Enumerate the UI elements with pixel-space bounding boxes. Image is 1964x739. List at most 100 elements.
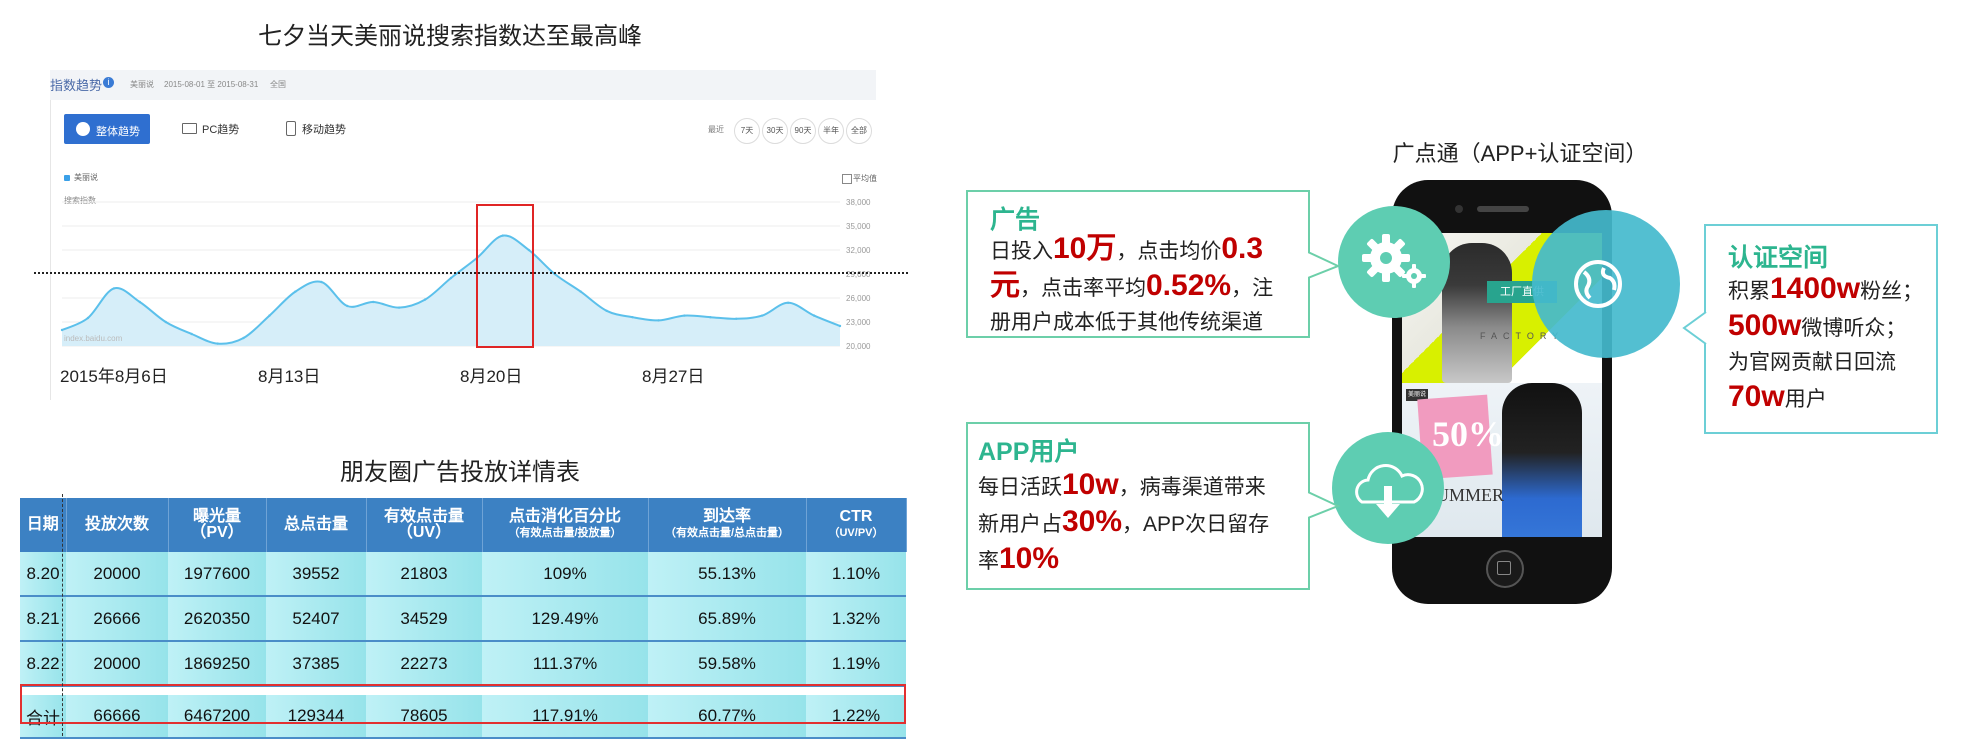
auth-space-callout: 认证空间 积累1400w粉丝； 500w微博听众； 为官网贡献日回流 70w用户 [1704,224,1938,434]
data-point-8-24 [657,319,660,322]
data-point-8-27 [735,317,738,320]
topbar-title: 指数趋势 [50,78,103,93]
table-row: 8.20 20000 1977600 39552 21803 109% 55.13% 1.10… [20,552,906,597]
x-tick-label: 2015年8月6日 [60,367,168,386]
table-cell: 1977600 [168,552,266,597]
data-point-8-10 [294,290,297,293]
callout-line: 元，点击率平均0.52%，注 [990,269,1274,302]
callout-heading: APP用户 [978,438,1080,466]
topbar-date-range: 2015-08-01 至 2015-08-31 [164,80,259,89]
data-point-8-31 [838,324,842,328]
table-cell: 1869250 [168,641,266,687]
table-cell: 109% [482,552,648,597]
table-cell: 111.37% [482,641,648,687]
watermark: index.baidu.com [64,334,123,343]
table-cell: 129.49% [482,596,648,642]
callout-tail [1682,311,1707,345]
data-point-8-7 [216,342,219,345]
callout-line: 积累1400w粉丝； [1728,272,1924,305]
column-header: 投放次数 [66,498,169,552]
dashed-guide [62,494,63,736]
tab-pc-trend[interactable]: PC趋势 [182,121,239,137]
average-checkbox[interactable] [842,174,852,184]
data-point-8-2 [86,316,90,320]
callout-tail [1308,491,1341,519]
table-cell: 8.22 [20,641,66,687]
data-point-8-26 [709,316,712,319]
x-tick-label: 8月13日 [258,367,321,386]
table-cell: 1.10% [806,552,906,597]
model-figure [1502,383,1582,537]
data-point-8-16 [449,276,453,280]
table-cell: 34529 [366,596,482,642]
ad-callout: 广告 日投入10万，点击均价0.3 元，点击率平均0.52%，注 册用户成本低于… [966,190,1310,338]
total-highlight-box [20,684,906,724]
home-square-icon [1497,561,1511,575]
y-tick-label: 26,000 [846,294,871,303]
tab-overall-trend[interactable]: 整体趋势 [64,114,150,144]
pie-icon [76,122,90,136]
table-header-row: 日期 投放次数 曝光量 （PV） 总点击量 有效点击量 （UV） 点击消化百分比 （有… [20,498,907,552]
table-cell: 21803 [366,552,482,597]
app-user-callout: APP用户 每日活跃10w，病毒渠道带来 新用户占30%，APP次日留存 率10… [966,422,1310,590]
y-tick-label: 23,000 [846,318,871,327]
peak-highlight-box [476,204,534,348]
callout-line: 500w微博听众； [1728,309,1907,342]
data-point-8-11 [320,280,323,284]
callout-body: 日投入10万，点击均价0.3 元，点击率平均0.52%，注 册用户成本低于其他传… [990,232,1306,340]
table-cell: 20000 [66,641,168,687]
data-point-8-15 [423,298,427,301]
data-point-8-22 [605,309,608,312]
table-cell: 8.20 [20,552,66,597]
range-30d-button[interactable]: 30天 [762,118,788,144]
phone-icon [286,121,296,136]
callout-heading: 广告 [990,206,1041,234]
gear-icon [1362,234,1426,288]
data-point-8-28 [761,314,764,317]
table-cell: 26666 [66,596,168,642]
tab-mobile-trend[interactable]: 移动趋势 [286,121,346,137]
monitor-icon [182,123,197,134]
tab-label: PC趋势 [202,124,240,136]
column-header: 总点击量 [266,498,367,552]
data-point-8-5 [164,320,167,324]
data-point-8-23 [631,316,634,319]
data-point-8-12 [346,304,349,308]
table-cell: 65.89% [648,596,806,642]
callout-line: 日投入10万，点击均价0.3 [990,232,1264,265]
info-icon[interactable]: i [103,77,114,88]
table-cell: 37385 [266,641,366,687]
data-point-8-30 [812,314,816,317]
range-90d-button[interactable]: 90天 [790,118,816,144]
y-tick-label: 35,000 [846,222,871,231]
chart-title: 七夕当天美丽说搜索指数达至最高峰 [258,23,642,50]
column-header: 日期 [20,498,67,552]
topbar-region: 全国 [270,80,286,89]
average-label: 平均值 [853,174,877,183]
data-point-8-1 [60,328,64,332]
column-header: 点击消化百分比 （有效点击量/投放量） [482,498,649,552]
callout-line: 册用户成本低于其他传统渠道 [990,311,1263,334]
x-tick-label: 8月20日 [460,367,523,386]
range-all-button[interactable]: 全部 [846,118,872,144]
model-figure [1442,243,1512,383]
y-ticks: 38,00035,00032,00029,00026,00023,00020,0… [846,198,871,350]
globe-circle [1532,210,1680,358]
callout-heading: 认证空间 [1728,244,1829,272]
range-halfyear-button[interactable]: 半年 [818,118,844,144]
callout-line: 70w用户 [1728,380,1827,413]
table-cell: 52407 [266,596,366,642]
callout-line: 为官网贡献日回流 [1728,351,1896,374]
legend-label: 美丽说 [74,173,98,182]
range-7d-button[interactable]: 7天 [734,118,760,144]
table-cell: 20000 [66,552,168,597]
legend-swatch [64,175,70,181]
data-point-8-3 [112,287,116,290]
gear-circle [1338,206,1450,318]
callout-body: 每日活跃10w，病毒渠道带来 新用户占30%，APP次日留存 率10% [978,468,1308,579]
table-cell: 1.19% [806,641,906,687]
globe-icon [1574,260,1622,308]
y-tick-label: 32,000 [846,246,871,255]
data-point-8-13 [372,300,375,304]
table-cell: 59.58% [648,641,806,687]
